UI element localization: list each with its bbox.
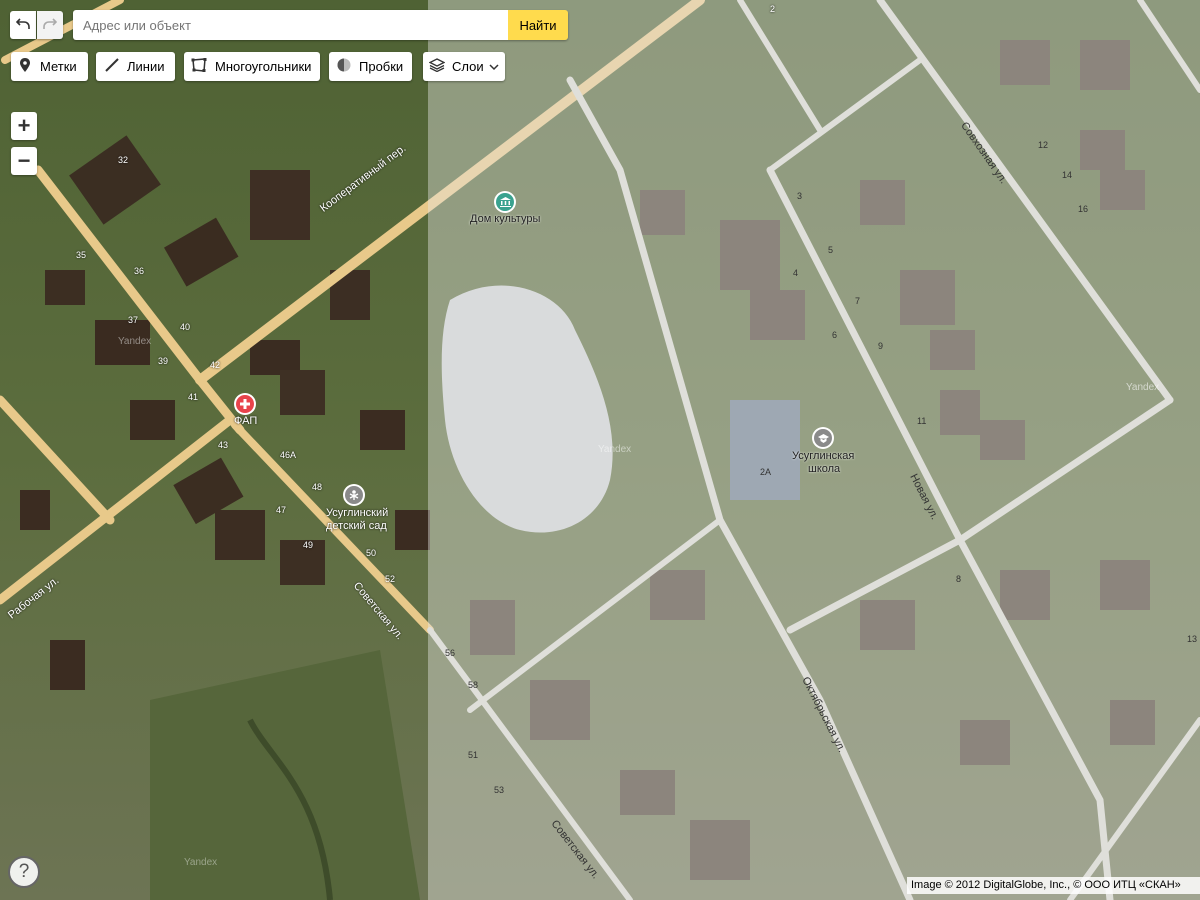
zoom-out-button[interactable]: −	[11, 147, 37, 175]
tool-traffic-label: Пробки	[359, 59, 404, 74]
house-number: 16	[1078, 204, 1089, 214]
house-number: 12	[1038, 140, 1049, 150]
house-number: 42	[210, 360, 221, 370]
house-number: 35	[76, 250, 87, 260]
zoom-out-icon: −	[17, 148, 31, 173]
undo-icon	[15, 17, 30, 33]
tool-layers-label: Слои	[452, 59, 484, 74]
zoom-in-icon: +	[17, 113, 31, 138]
house-number: 53	[494, 785, 505, 795]
school-label-line1: Усуглинская	[792, 450, 855, 462]
house-number: 2А	[760, 467, 772, 477]
kindergarten-icon[interactable]	[345, 486, 363, 504]
placemark-icon	[19, 58, 31, 75]
house-number: 37	[128, 315, 139, 325]
chevron-down-icon	[489, 59, 499, 74]
medical-cross-icon[interactable]	[236, 395, 254, 413]
house-number: 49	[303, 540, 314, 550]
tool-lines-label: Линии	[127, 59, 165, 74]
house-number: 51	[468, 750, 479, 760]
polygon-icon	[191, 58, 207, 75]
culture-house-icon[interactable]	[496, 193, 514, 211]
house-number: 41	[188, 392, 199, 402]
tool-traffic-button[interactable]: Пробки	[329, 52, 412, 81]
map-watermark: Yandex	[184, 857, 218, 868]
house-number: 43	[218, 440, 229, 450]
school-icon[interactable]	[814, 429, 832, 447]
undo-button[interactable]	[10, 11, 36, 39]
redo-button[interactable]	[37, 11, 63, 39]
search-button[interactable]: Найти	[508, 10, 568, 40]
kindergarten-label-line2: детский сад	[326, 520, 387, 532]
house-number: 32	[118, 155, 129, 165]
tool-lines-button[interactable]: Линии	[96, 52, 175, 81]
zoom-in-button[interactable]: +	[11, 112, 37, 140]
map-watermark: Yandex	[1126, 382, 1160, 393]
help-button[interactable]: ?	[8, 856, 40, 888]
traffic-icon	[337, 58, 351, 75]
help-icon: ?	[18, 861, 30, 882]
search-input[interactable]	[73, 10, 508, 40]
house-number: 52	[385, 574, 396, 584]
house-number: 9	[878, 341, 884, 351]
house-number: 56	[445, 648, 456, 658]
tool-placemarks-button[interactable]: Метки	[11, 52, 88, 81]
house-number: 5	[828, 245, 834, 255]
house-number: 40	[180, 322, 191, 332]
layers-icon	[428, 58, 446, 75]
tool-layers-button[interactable]: Слои	[423, 52, 505, 81]
tool-polygons-label: Многоугольники	[215, 59, 312, 74]
tool-placemarks-label: Метки	[40, 59, 77, 74]
house-number: 4	[793, 268, 799, 278]
house-number: 7	[855, 296, 861, 306]
house-number: 48	[312, 482, 323, 492]
house-number: 11	[917, 416, 927, 426]
house-number: 6	[832, 330, 838, 340]
culture-house-label: Дом культуры	[470, 213, 541, 225]
house-number: 36	[134, 266, 145, 276]
house-number: 47	[276, 505, 287, 515]
house-number: 58	[468, 680, 479, 690]
tool-polygons-button[interactable]: Многоугольники	[184, 52, 320, 81]
house-number: 50	[366, 548, 377, 558]
house-number: 3	[797, 191, 803, 201]
kindergarten-label-line1: Усуглинский	[326, 507, 389, 519]
house-number: 2	[770, 4, 776, 14]
line-icon	[105, 58, 119, 75]
house-number: 13	[1187, 634, 1198, 644]
house-number: 46А	[280, 450, 297, 460]
house-number: 14	[1062, 170, 1073, 180]
house-number: 8	[956, 574, 962, 584]
redo-icon	[43, 17, 58, 33]
house-number: 39	[158, 356, 169, 366]
copyright-notice: Image © 2012 DigitalGlobe, Inc., © ООО И…	[907, 877, 1200, 894]
fap-label: ФАП	[234, 415, 258, 427]
school-label-line2: школа	[808, 463, 841, 475]
map-watermark: Yandex	[598, 444, 632, 455]
map-watermark: Yandex	[118, 336, 152, 347]
search-bar: Найти	[73, 10, 568, 40]
